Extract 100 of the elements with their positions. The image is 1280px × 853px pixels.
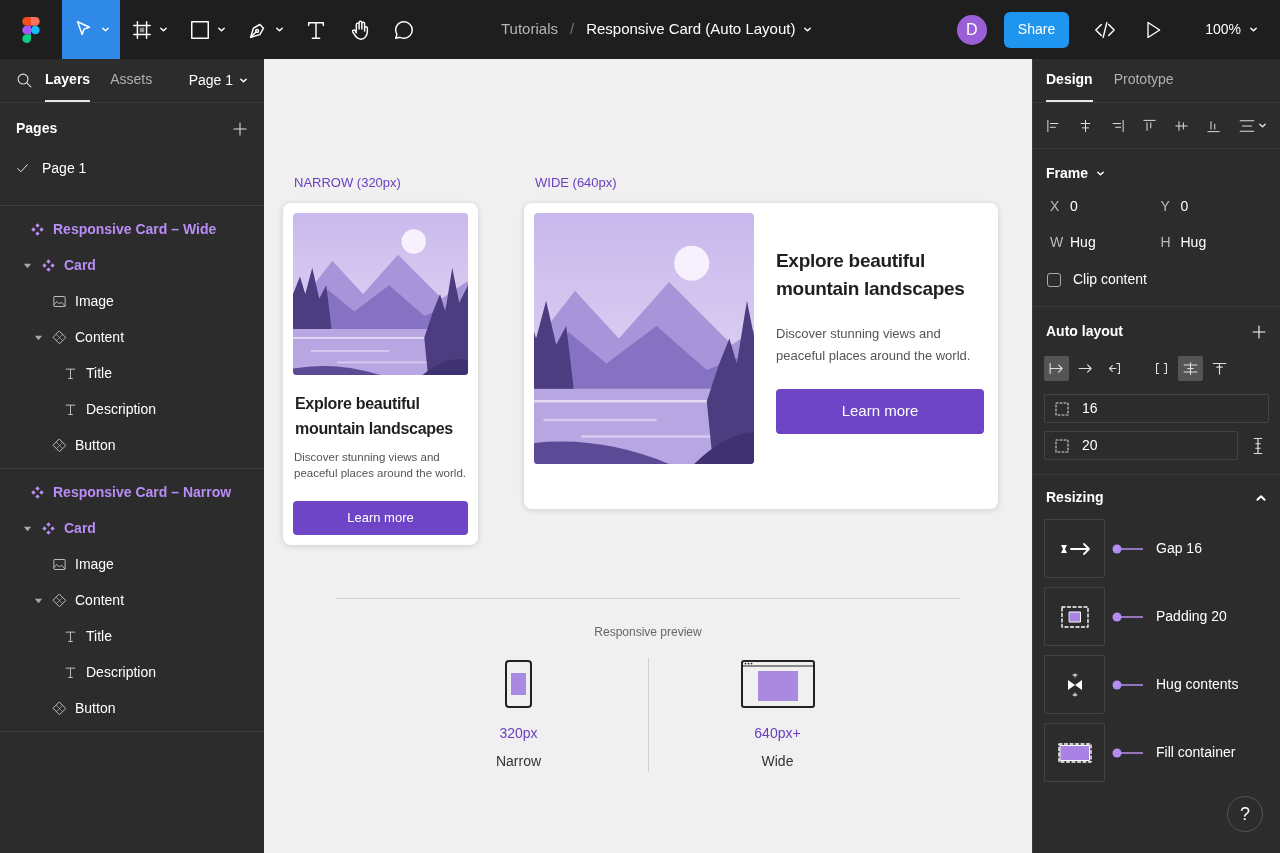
layout-option-button[interactable]	[1178, 356, 1203, 381]
layer-item[interactable]: Card	[0, 510, 264, 546]
property-field[interactable]: W Hug	[1046, 231, 1157, 253]
layer-item[interactable]: Content	[0, 319, 264, 355]
layer-item[interactable]: Image	[0, 546, 264, 582]
frame-section-menu[interactable]: Frame	[1046, 163, 1106, 184]
align-top-icon	[1211, 360, 1228, 377]
spacing-icon	[1054, 400, 1070, 417]
chevron-down-icon	[803, 25, 813, 34]
chevron-down-icon	[100, 25, 110, 34]
card-description: Discover stunning views and peaceful places around the world.	[776, 325, 972, 365]
arrow-to-bar-icon	[1048, 360, 1065, 377]
chevron-down-icon	[216, 25, 226, 34]
layer-item[interactable]: Button	[0, 427, 264, 463]
card-description: Discover stunning views and peaceful places around the world.	[293, 449, 467, 481]
zoom-menu[interactable]: 100%	[1205, 19, 1258, 40]
layout-option-button[interactable]	[1044, 356, 1069, 381]
chevron-down-icon	[158, 25, 168, 34]
breadcrumb-project[interactable]: Tutorials	[501, 18, 558, 41]
checkbox-label: Clip content	[1073, 270, 1147, 289]
text-layer-icon	[63, 365, 78, 381]
section-title: Pages	[16, 119, 58, 138]
section-title: Resizing	[1046, 488, 1104, 507]
chevron-down-icon	[1096, 169, 1106, 178]
hand-icon	[349, 18, 371, 41]
text-layer-icon	[63, 664, 78, 680]
browser-window-icon	[740, 660, 815, 708]
connector-icon	[1112, 543, 1143, 554]
component-icon	[41, 520, 56, 536]
frame-icon	[130, 18, 153, 41]
resizing-label: Hug contents	[1156, 675, 1239, 694]
resizing-label: Padding 20	[1156, 607, 1227, 626]
card-title: Explore beautiful mountain landscapes	[776, 249, 966, 301]
connector-icon	[1112, 747, 1143, 758]
component-icon	[30, 484, 45, 500]
wrap-icon	[1106, 360, 1123, 377]
component-icon	[30, 221, 45, 237]
layer-item[interactable]: Card	[0, 247, 264, 283]
learn-more-button[interactable]: Learn more	[776, 389, 984, 434]
page-item[interactable]: Page 1	[0, 151, 264, 185]
resizing-label: Fill container	[1156, 743, 1236, 762]
component-icon	[41, 257, 56, 273]
comment-icon	[393, 18, 415, 41]
checkmark-icon	[16, 161, 29, 175]
padding-field[interactable]: 20	[1044, 431, 1238, 460]
frame-label[interactable]: WIDE (640px)	[524, 173, 998, 193]
image-icon	[52, 556, 67, 572]
property-field[interactable]: Y 0	[1156, 195, 1267, 217]
image-icon	[52, 293, 67, 309]
instance-icon	[52, 437, 67, 453]
square-icon	[188, 18, 211, 41]
connector-icon	[1112, 611, 1143, 622]
file-name-menu[interactable]: Responsive Card (Auto Layout)	[586, 18, 813, 41]
property-field[interactable]: X 0	[1046, 195, 1157, 217]
layer-item[interactable]: Description	[0, 391, 264, 427]
breadcrumb-separator: /	[568, 19, 576, 40]
padding-icon	[1054, 437, 1070, 454]
layer-item[interactable]: Responsive Card – Narrow	[0, 474, 264, 510]
card-title: Explore beautiful mountain landscapes	[294, 393, 454, 439]
layer-item[interactable]: Content	[0, 582, 264, 618]
phone-frame-icon	[505, 660, 532, 708]
chevron-down-icon	[274, 25, 284, 34]
layer-item[interactable]: Title	[0, 355, 264, 391]
frame-label[interactable]: NARROW (320px)	[283, 173, 478, 193]
layer-item[interactable]: Image	[0, 283, 264, 319]
panel-tab[interactable]: Prototype	[1113, 59, 1174, 102]
panel-tab[interactable]: Assets	[110, 59, 153, 102]
breakpoint-size: 320px	[499, 724, 538, 743]
user-avatar[interactable]: D	[956, 14, 987, 45]
property-field[interactable]: H Hug	[1156, 231, 1267, 253]
search-icon[interactable]	[16, 72, 33, 89]
section-title: Auto layout	[1046, 322, 1123, 341]
instance-icon	[52, 329, 67, 345]
learn-more-button[interactable]: Learn more	[293, 500, 468, 535]
panel-tab[interactable]: Layers	[45, 59, 91, 102]
chevron-down-icon	[239, 76, 248, 85]
chevron-down-icon	[1258, 121, 1267, 130]
page-menu[interactable]: Page 1	[188, 70, 248, 91]
text-layer-icon	[63, 401, 78, 417]
layer-item[interactable]: Button	[0, 690, 264, 726]
instance-icon	[52, 592, 67, 608]
layer-item[interactable]: Title	[0, 618, 264, 654]
instance-icon	[52, 700, 67, 716]
breakpoint-label: Wide	[761, 752, 794, 771]
connector-icon	[1112, 679, 1143, 690]
layer-item[interactable]: Description	[0, 654, 264, 690]
resizing-label: Gap 16	[1156, 539, 1202, 558]
app-logo-icon[interactable]	[22, 16, 40, 43]
layer-item[interactable]: Responsive Card – Wide	[0, 211, 264, 247]
breakpoint-size: 640px+	[754, 724, 801, 743]
chevron-down-icon	[1249, 25, 1258, 34]
brackets-icon	[1153, 360, 1170, 377]
align-center-icon	[1182, 360, 1199, 377]
breakpoint-label: Narrow	[495, 752, 542, 771]
panel-tab[interactable]: Design	[1046, 59, 1093, 102]
text-layer-icon	[63, 628, 78, 644]
checkbox[interactable]	[1047, 272, 1061, 287]
plus-icon[interactable]	[232, 120, 248, 137]
gap-field[interactable]: 16	[1044, 394, 1269, 423]
preview-caption: Responsive preview	[594, 624, 702, 641]
